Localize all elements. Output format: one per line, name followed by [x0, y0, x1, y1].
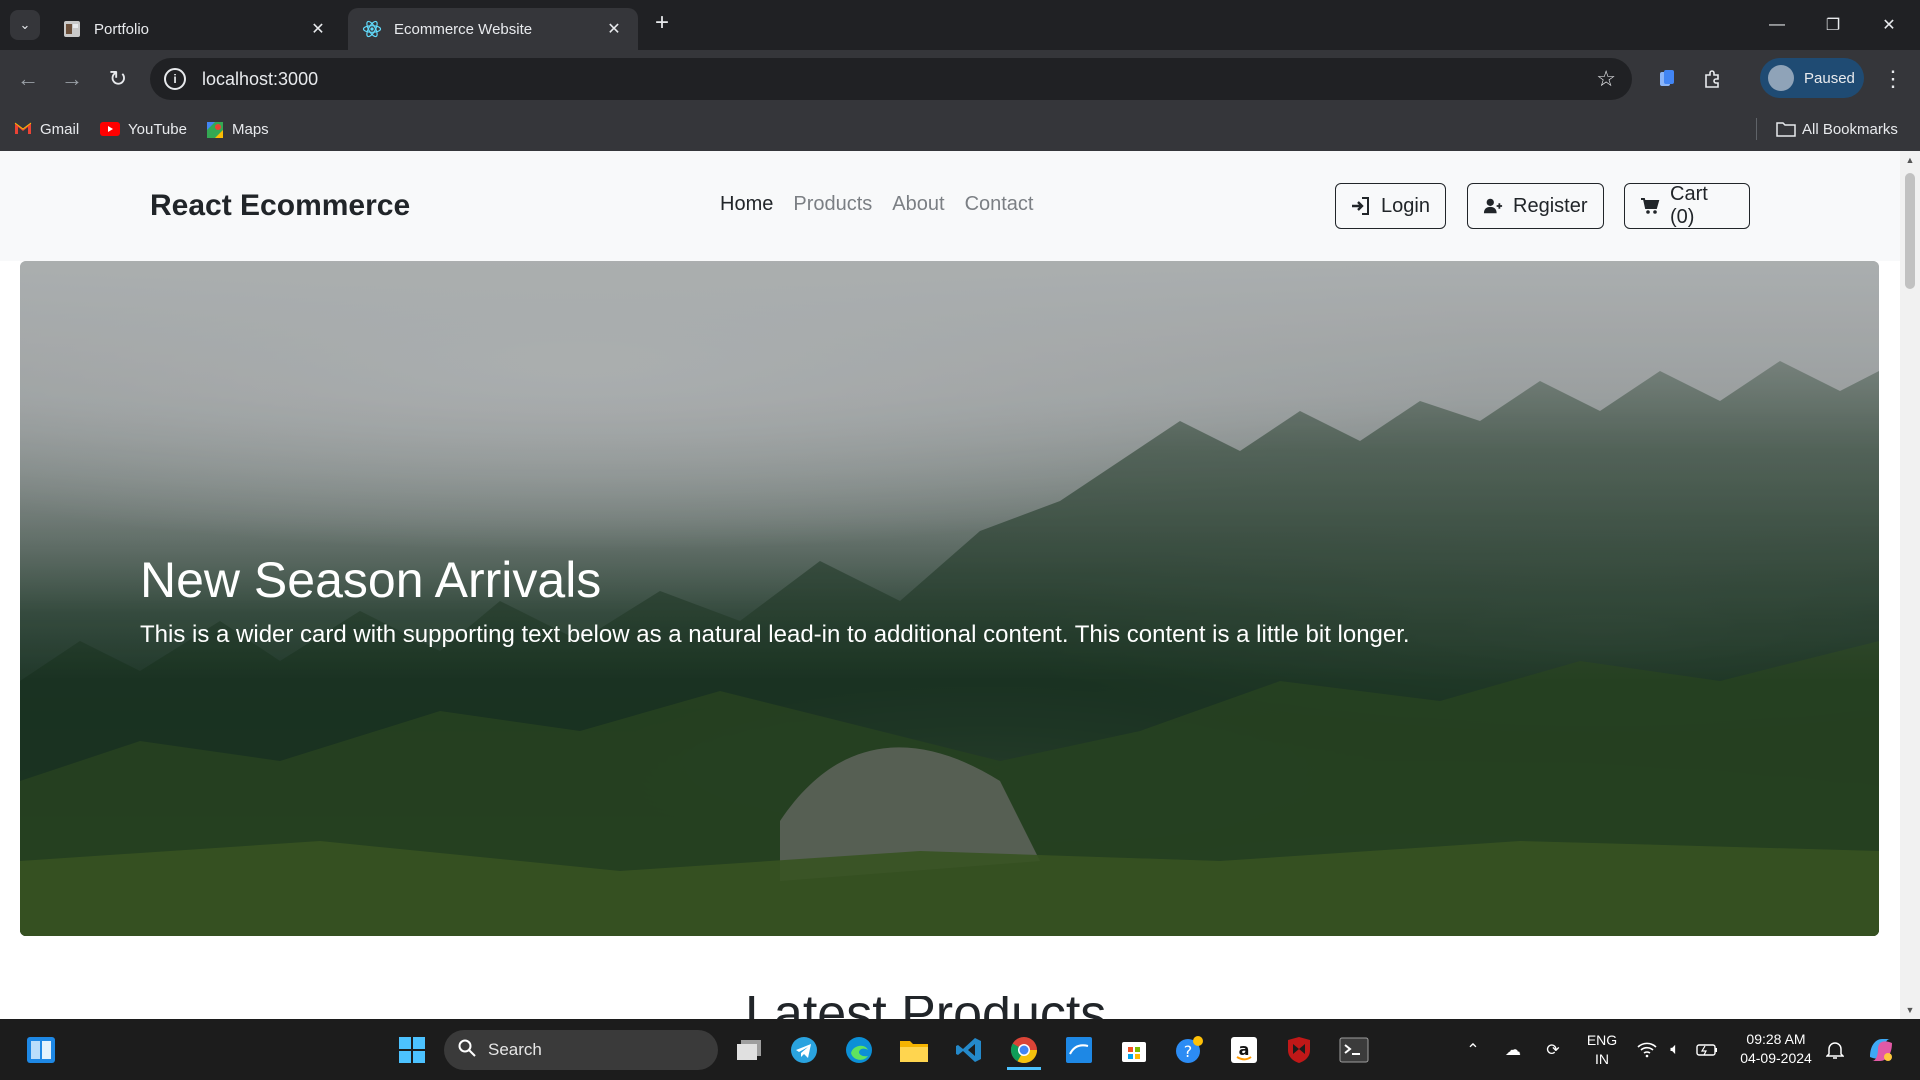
tab-search-button[interactable]: ⌄: [10, 10, 40, 40]
show-hidden-icons-chevron-icon[interactable]: ⌃: [1462, 1039, 1484, 1061]
youtube-icon: [100, 122, 120, 136]
scroll-down-icon[interactable]: ▼: [1905, 1005, 1915, 1015]
hero-title: New Season Arrivals: [140, 552, 602, 608]
amazon-icon[interactable]: a: [1227, 1033, 1261, 1067]
sign-in-icon: [1351, 196, 1371, 216]
browser-tab-strip: ⌄ Portfolio ✕ Ecommerce Website ✕ + — ❐ …: [0, 0, 1920, 50]
mysql-workbench-icon[interactable]: [1062, 1033, 1096, 1067]
all-bookmarks-label: All Bookmarks: [1802, 120, 1898, 138]
telegram-icon[interactable]: [787, 1033, 821, 1067]
page-scrollbar[interactable]: ▲ ▼: [1900, 151, 1920, 1019]
nav-link-about[interactable]: About: [892, 193, 944, 216]
tab-portfolio[interactable]: Portfolio ✕: [48, 8, 342, 50]
back-arrow-icon[interactable]: ←: [13, 64, 43, 94]
maps-icon: [206, 121, 224, 138]
tab-title: Portfolio: [94, 20, 150, 38]
cart-button[interactable]: Cart (0): [1624, 183, 1750, 229]
more-menu-icon[interactable]: ⋮: [1880, 64, 1906, 94]
scroll-up-icon[interactable]: ▲: [1905, 155, 1915, 165]
terminal-icon[interactable]: [1337, 1033, 1371, 1067]
all-bookmarks-button[interactable]: All Bookmarks: [1776, 118, 1898, 140]
folder-icon: [1776, 121, 1796, 137]
react-favicon-icon: [362, 19, 382, 39]
close-tab-icon[interactable]: ✕: [308, 19, 328, 39]
login-label: Login: [1381, 194, 1430, 217]
tab-title: Ecommerce Website: [394, 20, 533, 38]
user-plus-icon: [1483, 196, 1503, 216]
onedrive-icon[interactable]: ☁: [1502, 1039, 1524, 1061]
svg-text:a: a: [1239, 1040, 1250, 1059]
section-title-latest-products: Latest Products: [745, 996, 1106, 1019]
minimize-icon[interactable]: —: [1754, 8, 1800, 42]
extensions-puzzle-icon[interactable]: [1698, 64, 1728, 94]
browser-toolbar: ← → ↻ i localhost:3000 ☆ Paused ⋮: [0, 50, 1920, 108]
hero-text: This is a wider card with supporting tex…: [140, 621, 1410, 648]
restore-icon[interactable]: ❐: [1810, 8, 1856, 42]
bookmark-star-icon[interactable]: ☆: [1596, 66, 1616, 92]
vscode-icon[interactable]: [952, 1033, 986, 1067]
bookmark-gmail[interactable]: Gmail: [14, 118, 79, 140]
tab-ecommerce-website[interactable]: Ecommerce Website ✕: [348, 8, 638, 50]
shopping-cart-icon: [1640, 196, 1660, 216]
search-placeholder: Search: [488, 1040, 542, 1059]
nav-link-products[interactable]: Products: [793, 193, 872, 216]
nav-link-home[interactable]: Home: [720, 193, 773, 216]
notification-bell-icon[interactable]: [1824, 1039, 1846, 1061]
battery-icon[interactable]: [1696, 1039, 1718, 1061]
site-nav-links: Home Products About Contact: [720, 193, 1034, 216]
search-icon: [458, 1039, 476, 1062]
clock[interactable]: 09:28 AM 04-09-2024: [1734, 1030, 1818, 1068]
close-tab-icon[interactable]: ✕: [604, 19, 624, 39]
avatar: [1768, 65, 1794, 91]
reload-icon[interactable]: ↻: [103, 64, 133, 94]
task-view-icon[interactable]: [732, 1033, 766, 1067]
profile-button[interactable]: Paused: [1760, 58, 1864, 98]
sync-icon[interactable]: ⟳: [1542, 1039, 1564, 1061]
microsoft-store-icon[interactable]: [1117, 1033, 1151, 1067]
profile-status: Paused: [1804, 69, 1855, 87]
widgets-icon[interactable]: [24, 1033, 58, 1067]
bookmark-label: Maps: [232, 120, 269, 138]
bookmark-youtube[interactable]: YouTube: [100, 118, 187, 140]
address-bar[interactable]: i localhost:3000 ☆: [150, 58, 1632, 100]
bookmark-label: YouTube: [128, 120, 187, 138]
scrollbar-thumb[interactable]: [1905, 173, 1915, 289]
bookmark-label: Gmail: [40, 120, 80, 138]
forward-arrow-icon[interactable]: →: [57, 64, 87, 94]
portfolio-favicon-icon: [62, 19, 82, 39]
get-help-icon[interactable]: ?: [1172, 1033, 1206, 1067]
clock-date: 04-09-2024: [1740, 1050, 1812, 1066]
site-brand[interactable]: React Ecommerce: [150, 189, 410, 223]
url-text[interactable]: localhost:3000: [202, 69, 318, 90]
copilot-icon[interactable]: [1866, 1035, 1896, 1065]
hero-card: New Season Arrivals This is a wider card…: [20, 261, 1879, 936]
bookmarks-separator: [1756, 118, 1757, 140]
register-button[interactable]: Register: [1467, 183, 1604, 229]
taskbar-search[interactable]: Search: [444, 1030, 718, 1070]
register-label: Register: [1513, 194, 1588, 217]
svg-text:?: ?: [1184, 1042, 1193, 1061]
clock-time: 09:28 AM: [1746, 1031, 1806, 1047]
close-window-icon[interactable]: ✕: [1866, 8, 1912, 42]
site-info-icon[interactable]: i: [164, 68, 186, 90]
gmail-icon: [14, 121, 32, 137]
edge-icon[interactable]: [842, 1033, 876, 1067]
login-button[interactable]: Login: [1335, 183, 1446, 229]
windows-taskbar: Search ? a ⌃ ☁ ⟳ ENG IN 🔈︎ 09:28 AM 04-0…: [0, 1019, 1920, 1080]
cart-label: Cart (0): [1670, 183, 1708, 228]
mcafee-icon[interactable]: [1282, 1033, 1316, 1067]
nav-link-contact[interactable]: Contact: [965, 193, 1034, 216]
volume-icon[interactable]: 🔈︎: [1664, 1039, 1686, 1061]
site-navbar: React Ecommerce Home Products About Cont…: [0, 151, 1900, 261]
page-viewport: React Ecommerce Home Products About Cont…: [0, 151, 1900, 1019]
bookmark-maps[interactable]: Maps: [206, 118, 269, 140]
chrome-icon[interactable]: [1007, 1033, 1041, 1070]
wifi-icon[interactable]: [1636, 1039, 1658, 1061]
windows-start-icon[interactable]: [395, 1033, 429, 1067]
file-explorer-icon[interactable]: [897, 1033, 931, 1067]
input-language-indicator[interactable]: ENG IN: [1582, 1031, 1622, 1069]
new-tab-button[interactable]: +: [650, 11, 674, 36]
bookmarks-bar: Gmail YouTube Maps All Bookmarks: [0, 108, 1920, 152]
extension-icon[interactable]: [1652, 64, 1682, 94]
